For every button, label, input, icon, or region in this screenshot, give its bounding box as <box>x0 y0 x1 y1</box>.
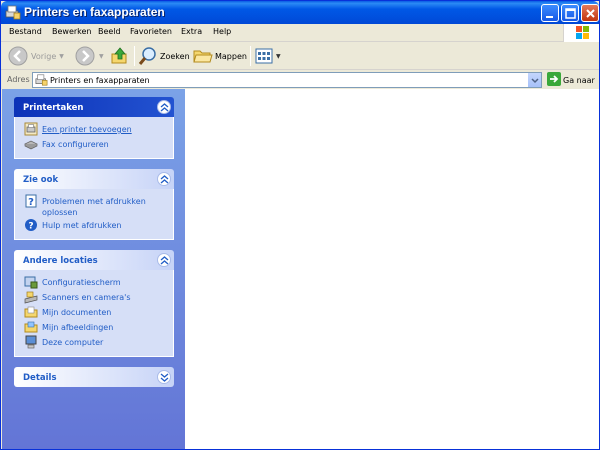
panel-title: Andere locaties <box>23 256 98 266</box>
back-arrow-icon <box>7 45 29 69</box>
search-icon <box>138 46 158 68</box>
add-printer-task[interactable]: Een printer toevoegen <box>15 122 173 137</box>
svg-text:?: ? <box>28 197 34 208</box>
see-also-panel: Zie ook ? Problemen met afdrukken oploss… <box>14 169 174 240</box>
back-label: Vorige <box>31 52 57 61</box>
menu-edit[interactable]: Bewerken <box>52 27 92 36</box>
panel-body: ? Problemen met afdrukken oplossen ? Hul… <box>14 189 174 240</box>
see-also-header[interactable]: Zie ook <box>14 169 174 189</box>
task-label: Deze computer <box>42 338 104 347</box>
folders-icon <box>193 46 213 68</box>
panel-title: Details <box>23 373 57 383</box>
task-label: Problemen met afdrukken oplossen <box>42 197 146 217</box>
printer-folder-icon <box>35 74 48 88</box>
task-label: Mijn afbeeldingen <box>42 323 114 332</box>
task-label: Een printer toevoegen <box>42 125 132 134</box>
go-arrow-icon <box>547 72 561 88</box>
control-panel-icon <box>24 275 38 289</box>
go-button[interactable]: Ga naar <box>547 71 595 89</box>
panel-title: Printertaken <box>23 103 84 113</box>
maximize-button[interactable] <box>561 4 579 22</box>
task-label: Hulp met afdrukken <box>42 221 122 230</box>
menu-bar: Bestand Bewerken Beeld Favorieten Extra … <box>1 24 599 42</box>
my-documents-task[interactable]: Mijn documenten <box>15 305 173 320</box>
printer-folder-icon <box>5 5 21 20</box>
task-label: Mijn documenten <box>42 308 112 317</box>
my-computer-icon <box>24 335 38 349</box>
panel-title: Zie ook <box>23 175 59 185</box>
configure-fax-task[interactable]: Fax configureren <box>15 137 173 152</box>
help-book-icon: ? <box>24 194 38 208</box>
details-panel: Details <box>14 367 174 387</box>
title-bar[interactable]: Printers en faxapparaten <box>1 1 599 24</box>
search-button[interactable]: Zoeken <box>138 45 190 68</box>
other-places-header[interactable]: Andere locaties <box>14 250 174 270</box>
address-label: Adres <box>7 75 30 84</box>
address-value: Printers en faxapparaten <box>50 76 150 85</box>
explorer-window: Printers en faxapparaten Bestand Bewerke… <box>0 0 600 450</box>
menu-view[interactable]: Beeld <box>98 27 121 36</box>
menu-help[interactable]: Help <box>213 27 231 36</box>
address-bar: Adres Printers en faxapparaten Ga naar <box>1 71 599 89</box>
svg-text:?: ? <box>28 222 33 232</box>
views-button[interactable]: ▼ <box>255 45 281 68</box>
printer-tasks-header[interactable]: Printertaken <box>14 97 174 117</box>
printer-list-area[interactable] <box>185 89 599 449</box>
troubleshoot-printing-task[interactable]: ? Problemen met afdrukken oplossen <box>15 194 173 218</box>
views-icon <box>255 47 273 67</box>
up-button[interactable] <box>110 45 130 68</box>
folders-button[interactable]: Mappen <box>193 45 247 68</box>
task-label: Scanners en camera's <box>42 293 131 302</box>
task-label: Fax configureren <box>42 140 109 149</box>
task-label: Configuratiescherm <box>42 278 121 287</box>
scanner-icon <box>24 290 38 304</box>
add-printer-icon <box>24 122 38 136</box>
window-title: Printers en faxapparaten <box>24 5 165 19</box>
menu-file[interactable]: Bestand <box>9 27 42 36</box>
menu-tools[interactable]: Extra <box>181 27 202 36</box>
back-dropdown-icon[interactable]: ▼ <box>59 53 64 60</box>
address-dropdown-button[interactable] <box>527 73 541 87</box>
fax-icon <box>24 137 38 151</box>
forward-dropdown-icon[interactable]: ▼ <box>99 53 104 60</box>
my-pictures-task[interactable]: Mijn afbeeldingen <box>15 320 173 335</box>
menu-favorites[interactable]: Favorieten <box>130 27 172 36</box>
minimize-button[interactable] <box>541 4 559 22</box>
other-places-panel: Andere locaties Configuratiescherm Scann… <box>14 250 174 357</box>
windows-logo-icon <box>563 24 599 42</box>
expand-chevron-icon[interactable] <box>157 370 171 384</box>
panel-body: Configuratiescherm Scanners en camera's <box>14 270 174 357</box>
toolbar: Vorige ▼ ▼ Zoeken Mappen ▼ <box>1 43 599 70</box>
folder-up-icon <box>110 46 130 68</box>
scanners-cameras-task[interactable]: Scanners en camera's <box>15 290 173 305</box>
help-icon: ? <box>24 218 38 232</box>
address-field[interactable]: Printers en faxapparaten <box>32 72 542 88</box>
my-documents-icon <box>24 305 38 319</box>
task-pane: Printertaken Een printer toevoegen Fax c… <box>2 89 185 449</box>
printing-help-task[interactable]: ? Hulp met afdrukken <box>15 218 173 233</box>
panel-body: Een printer toevoegen Fax configureren <box>14 117 174 159</box>
back-button[interactable]: Vorige ▼ <box>7 45 64 68</box>
my-pictures-icon <box>24 320 38 334</box>
close-button[interactable] <box>581 4 599 22</box>
control-panel-task[interactable]: Configuratiescherm <box>15 275 173 290</box>
forward-button[interactable]: ▼ <box>74 45 104 68</box>
forward-arrow-icon <box>74 45 96 69</box>
views-dropdown-icon[interactable]: ▼ <box>276 53 281 60</box>
folders-label: Mappen <box>215 52 247 61</box>
collapse-chevron-icon[interactable] <box>157 253 171 267</box>
details-header[interactable]: Details <box>14 367 174 387</box>
collapse-chevron-icon[interactable] <box>157 100 171 114</box>
go-label: Ga naar <box>563 75 595 85</box>
my-computer-task[interactable]: Deze computer <box>15 335 173 350</box>
search-label: Zoeken <box>160 52 190 61</box>
printer-tasks-panel: Printertaken Een printer toevoegen Fax c… <box>14 97 174 159</box>
collapse-chevron-icon[interactable] <box>157 172 171 186</box>
